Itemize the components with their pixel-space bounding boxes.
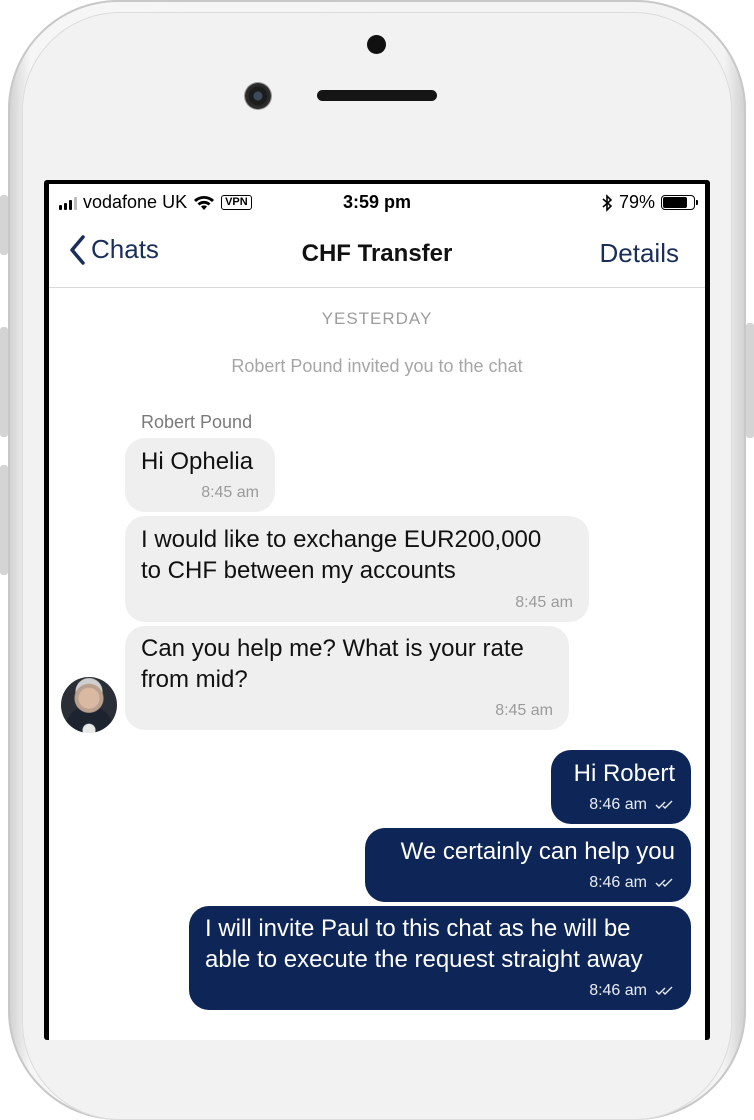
navigation-bar: Chats CHF Transfer Details (49, 220, 705, 288)
read-receipt-icon (655, 800, 673, 809)
message-meta: 8:46 am (589, 874, 675, 892)
phone-screen: vodafone UK VPN 3:59 pm 79% Chats CHF Tr… (44, 180, 710, 1040)
details-button[interactable]: Details (600, 238, 679, 269)
message-text-line: to CHF between my accounts (141, 557, 456, 584)
power-button (746, 323, 754, 438)
battery-percent: 79% (618, 192, 655, 212)
message-time: 8:46 am (589, 796, 647, 813)
date-separator: YESTERDAY (321, 309, 433, 328)
app-screen: vodafone UK VPN 3:59 pm 79% Chats CHF Tr… (49, 184, 705, 1040)
message-bubble-outgoing[interactable]: Hi Robert 8:46 am (551, 750, 691, 824)
message-text-line: I will invite Paul to this chat as he wi… (205, 915, 631, 942)
message-time: 8:45 am (515, 594, 573, 611)
system-message: Robert Pound invited you to the chat (231, 356, 523, 376)
message-meta: 8:45 am (201, 484, 259, 502)
message-text: We certainly can help you (400, 838, 675, 865)
message-bubble-incoming[interactable]: Hi Ophelia 8:45 am (125, 438, 275, 512)
status-right: 79% (601, 192, 698, 213)
volume-up-button (0, 327, 8, 437)
message-time: 8:46 am (589, 982, 647, 999)
volume-down-button (0, 465, 8, 575)
message-time: 8:45 am (495, 702, 553, 719)
proximity-sensor (367, 35, 386, 54)
message-meta: 8:45 am (515, 594, 573, 612)
ringer-switch (0, 195, 8, 255)
message-bubble-outgoing[interactable]: We certainly can help you 8:46 am (365, 828, 691, 902)
message-meta: 8:46 am (589, 982, 675, 1000)
message-text-line: from mid? (141, 666, 248, 693)
message-meta: 8:46 am (589, 796, 675, 814)
message-text: Hi Ophelia (141, 448, 254, 475)
status-bar: vodafone UK VPN 3:59 pm 79% (49, 184, 705, 220)
battery-icon (661, 195, 698, 210)
sender-name: Robert Pound (141, 412, 253, 432)
message-text-line: Can you help me? What is your rate (141, 635, 524, 662)
message-text-line: I would like to exchange EUR200,000 (141, 526, 542, 553)
message-bubble-outgoing[interactable]: I will invite Paul to this chat as he wi… (189, 906, 691, 1010)
read-receipt-icon (655, 878, 673, 887)
front-camera (245, 83, 271, 109)
message-text: Hi Robert (573, 760, 675, 787)
bluetooth-icon (602, 193, 613, 212)
message-meta: 8:45 am (495, 702, 553, 720)
message-bubble-incoming[interactable]: Can you help me? What is your rate from … (125, 626, 569, 730)
earpiece-speaker (317, 90, 437, 101)
avatar[interactable] (61, 677, 117, 733)
message-time: 8:45 am (201, 484, 259, 501)
read-receipt-icon (655, 986, 673, 995)
message-bubble-incoming[interactable]: I would like to exchange EUR200,000 to C… (125, 516, 589, 622)
message-time: 8:46 am (589, 874, 647, 891)
message-text-line: able to execute the request straight awa… (205, 946, 643, 973)
battery-fill (663, 197, 687, 208)
